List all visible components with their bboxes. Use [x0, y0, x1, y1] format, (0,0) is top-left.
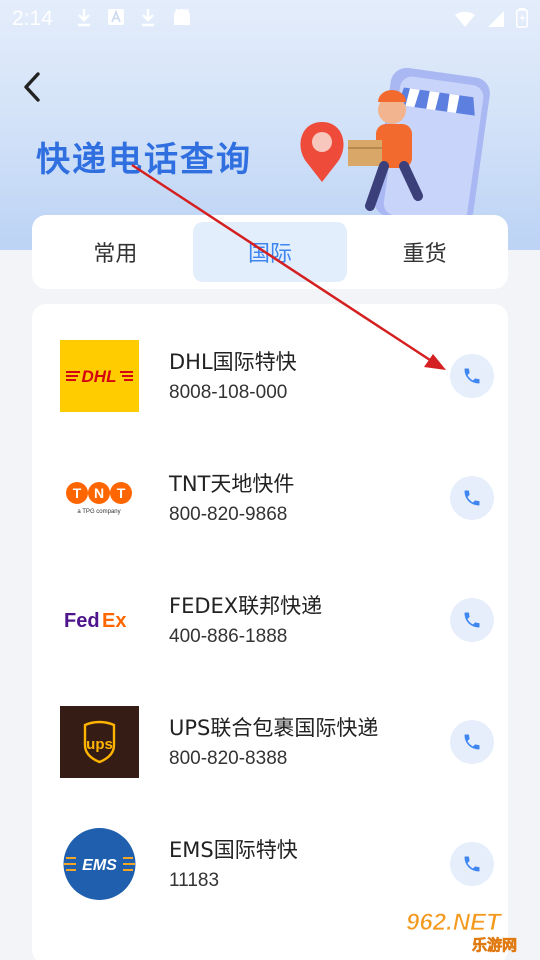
ems-logo: EMS [60, 828, 139, 900]
signal-icon [486, 9, 506, 33]
page-title: 快递电话查询 [36, 140, 252, 180]
download-icon [75, 7, 93, 32]
list-item-ups[interactable]: ups UPS联合包裹国际快递 800-820-8388 [32, 706, 508, 806]
courier-name: TNT天地快件 [169, 472, 295, 496]
ups-logo: ups [60, 706, 139, 778]
call-button[interactable] [450, 476, 494, 520]
courier-list: DHL DHL国际特快 8008-108-000 T N T a TPG com… [32, 304, 508, 960]
phone-icon [464, 734, 480, 750]
phone-icon [464, 490, 480, 506]
status-time: 2:14 [12, 7, 53, 30]
status-right-icons [454, 8, 528, 33]
courier-phone: 8008-108-000 [169, 382, 288, 403]
svg-text:T: T [73, 485, 82, 501]
header-banner: 2:14 快递电话查询 [0, 0, 540, 250]
watermark-sub: 乐游网 [472, 936, 517, 954]
courier-name: EMS国际特快 [169, 838, 298, 862]
fedex-logo: Fed Ex [60, 584, 139, 656]
phone-icon [464, 612, 480, 628]
ups-logo-text: ups [86, 736, 113, 753]
courier-phone: 800-820-8388 [169, 748, 288, 769]
courier-phone: 11183 [169, 870, 220, 891]
fedex-logo-text-b: Ex [102, 610, 126, 632]
tnt-logo-subtext: a TPG company [77, 509, 120, 515]
wifi-icon [454, 9, 476, 33]
tab-heavy-cargo[interactable]: 重货 [347, 222, 502, 282]
watermark-main: 962.NET [406, 909, 503, 936]
courier-phone: 400-886-1888 [169, 626, 288, 647]
courier-name: UPS联合包裹国际快递 [169, 716, 379, 740]
svg-text:T: T [117, 485, 126, 501]
android-icon [171, 7, 193, 32]
tab-bar: 常用 国际 重货 [32, 215, 508, 289]
phone-icon [464, 368, 480, 384]
back-button[interactable] [18, 70, 48, 104]
courier-name: DHL国际特快 [169, 350, 297, 374]
phone-icon [464, 856, 480, 872]
fedex-logo-text-a: Fed [64, 610, 100, 632]
courier-name: FEDEX联邦快递 [169, 594, 323, 618]
status-bar: 2:14 [0, 0, 540, 38]
call-button[interactable] [450, 720, 494, 764]
battery-icon [516, 8, 528, 33]
ems-logo-text: EMS [82, 857, 117, 874]
dhl-logo: DHL [60, 340, 139, 412]
list-item-dhl[interactable]: DHL DHL国际特快 8008-108-000 [32, 340, 508, 440]
site-watermark: 962.NET 乐游网 [406, 909, 518, 954]
app-a-icon [107, 7, 125, 31]
list-item-fedex[interactable]: Fed Ex FEDEX联邦快递 400-886-1888 [32, 584, 508, 684]
call-button[interactable] [450, 842, 494, 886]
tnt-logo: T N T a TPG company [60, 462, 139, 534]
tab-common[interactable]: 常用 [38, 222, 193, 282]
delivery-illustration [300, 67, 490, 222]
call-button[interactable] [450, 354, 494, 398]
call-button[interactable] [450, 598, 494, 642]
download-icon [139, 7, 157, 32]
svg-text:N: N [94, 485, 104, 501]
list-item-tnt[interactable]: T N T a TPG company TNT天地快件 800-820-9868 [32, 462, 508, 562]
dhl-logo-text: DHL [82, 367, 117, 386]
tab-international[interactable]: 国际 [192, 222, 348, 282]
courier-phone: 800-820-9868 [169, 504, 288, 525]
